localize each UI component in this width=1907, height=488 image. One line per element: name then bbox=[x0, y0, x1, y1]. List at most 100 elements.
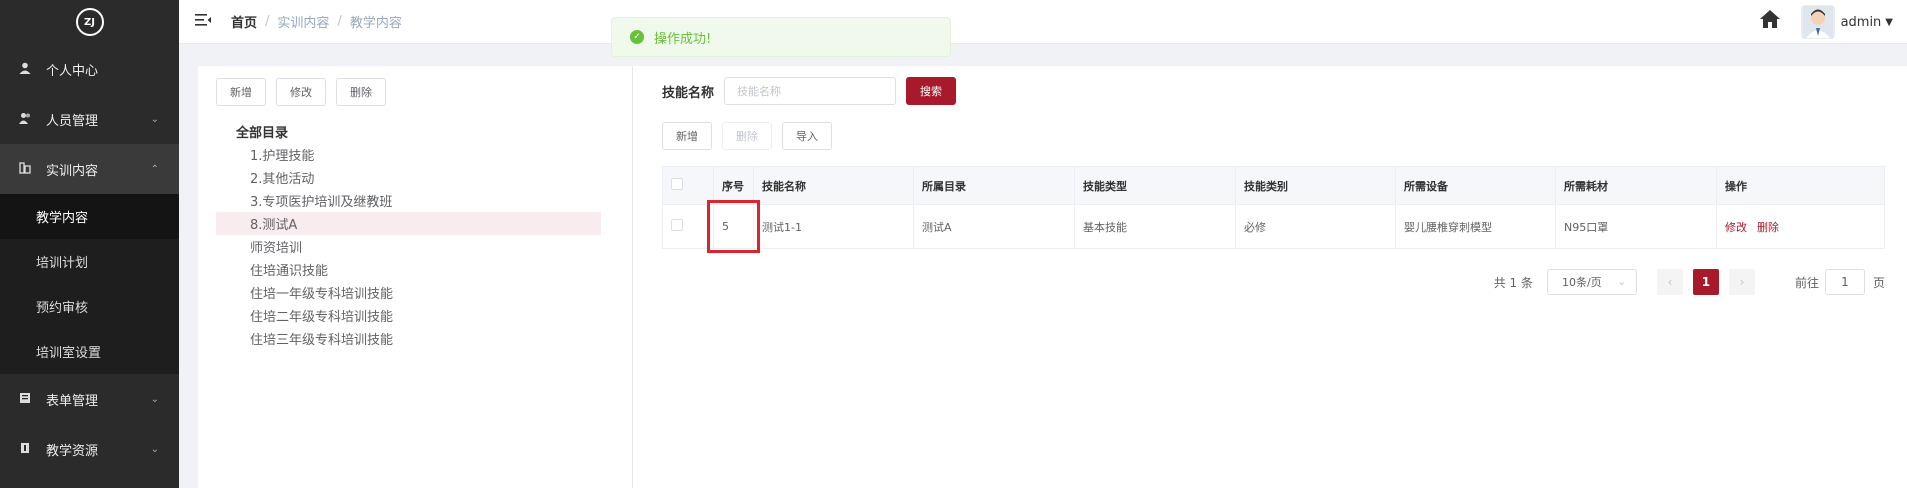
tree-root-node[interactable]: 全部目录 bbox=[216, 120, 601, 143]
column-header[interactable]: 所需耗材 bbox=[1555, 166, 1717, 205]
row-checkbox[interactable] bbox=[671, 219, 683, 231]
column-header[interactable]: 序号 bbox=[713, 166, 754, 205]
sidebar-item-label: 个人中心 bbox=[46, 63, 99, 79]
user-icon bbox=[18, 62, 32, 77]
select-all-cell bbox=[662, 166, 714, 205]
tree-node[interactable]: 住培通识技能 bbox=[216, 258, 601, 281]
sidebar-item-form-management[interactable]: 表单管理 ⌄ bbox=[0, 374, 179, 424]
page-number-button[interactable]: 1 bbox=[1692, 269, 1719, 295]
avatar[interactable] bbox=[1800, 5, 1835, 39]
top-header: 首页 / 实训内容 / 教学内容 admin ▼ bbox=[179, 0, 1907, 44]
breadcrumb-separator: / bbox=[337, 14, 342, 29]
page-size-value: 10条/页 bbox=[1561, 276, 1602, 289]
sidebar-subitem-teaching-content[interactable]: 教学内容 bbox=[0, 194, 179, 239]
highlight-box bbox=[707, 200, 760, 253]
directory-pane: 新增 修改 删除 全部目录 1.护理技能 2.其他活动 3.专项医护培训及继教班… bbox=[198, 66, 633, 488]
success-toast: ✓ 操作成功! bbox=[611, 17, 951, 57]
cell-actions: 修改 删除 bbox=[1716, 204, 1885, 249]
column-header[interactable]: 所需设备 bbox=[1395, 166, 1556, 205]
delete-skill-button[interactable]: 删除 bbox=[722, 122, 772, 150]
search-label: 技能名称 bbox=[662, 85, 715, 101]
pagination-total: 共 1 条 bbox=[1493, 275, 1533, 290]
chevron-down-icon: ⌄ bbox=[150, 113, 159, 125]
tree-node[interactable]: 住培一年级专科培训技能 bbox=[216, 281, 601, 304]
column-header[interactable]: 技能名称 bbox=[753, 166, 914, 205]
tree-node[interactable]: 住培三年级专科培训技能 bbox=[216, 327, 601, 350]
book-icon bbox=[18, 161, 32, 177]
page-unit-label: 页 bbox=[1872, 275, 1885, 290]
column-header[interactable]: 技能类别 bbox=[1235, 166, 1396, 205]
sidebar-item-label: 表单管理 bbox=[46, 393, 99, 409]
sidebar: ZJ 个人中心 人员管理 ⌄ 实训内容 ⌃ 教学内容 培训计划 预约审核 培训室… bbox=[0, 0, 179, 488]
add-skill-button[interactable]: 新增 bbox=[662, 122, 712, 150]
cell-consumable: N95口罩 bbox=[1555, 204, 1717, 249]
pagination: 共 1 条 10条/页 ⌄ ‹ 1 › 前往 1 页 bbox=[1494, 269, 1885, 295]
cell-directory: 测试A bbox=[913, 204, 1075, 249]
toast-message: 操作成功! bbox=[654, 31, 712, 47]
breadcrumb-teaching-content: 教学内容 bbox=[349, 16, 402, 31]
breadcrumb: 首页 / 实训内容 / 教学内容 bbox=[231, 12, 402, 31]
column-header: 操作 bbox=[1716, 166, 1885, 205]
username[interactable]: admin bbox=[1841, 15, 1882, 30]
tree-add-button[interactable]: 新增 bbox=[216, 78, 266, 106]
cell-skill-name: 测试1-1 bbox=[753, 204, 914, 249]
tree-node[interactable]: 3.专项医护培训及继教班 bbox=[216, 189, 601, 212]
tree-toolbar: 新增 修改 删除 bbox=[216, 78, 386, 106]
menu-toggle-icon[interactable] bbox=[195, 12, 211, 31]
caret-down-icon[interactable]: ▼ bbox=[1885, 17, 1893, 28]
row-delete-link[interactable]: 删除 bbox=[1757, 221, 1779, 234]
home-icon[interactable] bbox=[1759, 9, 1781, 35]
next-page-button[interactable]: › bbox=[1728, 269, 1755, 295]
main-content: 新增 修改 删除 全部目录 1.护理技能 2.其他活动 3.专项医护培训及继教班… bbox=[198, 66, 1907, 488]
tree-node[interactable]: 1.护理技能 bbox=[216, 143, 601, 166]
skill-name-search-input[interactable]: 技能名称 bbox=[724, 77, 897, 105]
search-bar: 技能名称 技能名称 搜索 bbox=[662, 77, 957, 105]
skills-table: 序号 技能名称 所属目录 技能类型 技能类别 所需设备 所需耗材 操作 5 测试… bbox=[662, 166, 1885, 249]
tree-node[interactable]: 2.其他活动 bbox=[216, 166, 601, 189]
tree-delete-button[interactable]: 删除 bbox=[336, 78, 386, 106]
tree-node-selected[interactable]: 8.测试A bbox=[216, 212, 601, 235]
row-edit-link[interactable]: 修改 bbox=[1725, 221, 1747, 234]
check-circle-icon: ✓ bbox=[630, 30, 644, 44]
cell-skill-category: 必修 bbox=[1235, 204, 1396, 249]
sidebar-submenu: 教学内容 培训计划 预约审核 培训室设置 bbox=[0, 194, 179, 374]
cell-skill-type: 基本技能 bbox=[1074, 204, 1236, 249]
sidebar-item-label: 教学资源 bbox=[46, 443, 99, 459]
chevron-up-icon: ⌃ bbox=[150, 163, 159, 175]
breadcrumb-home[interactable]: 首页 bbox=[231, 12, 257, 31]
skills-pane: 技能名称 技能名称 搜索 新增 删除 导入 序号 技能名称 所属目录 技能类型 … bbox=[634, 66, 1907, 488]
breadcrumb-separator: / bbox=[265, 14, 270, 29]
tree-edit-button[interactable]: 修改 bbox=[276, 78, 326, 106]
header-user-area: admin ▼ bbox=[1759, 0, 1893, 44]
logo-mark: ZJ bbox=[75, 8, 104, 36]
sidebar-subitem-booking-review[interactable]: 预约审核 bbox=[0, 284, 179, 329]
goto-label: 前往 bbox=[1794, 275, 1819, 290]
sidebar-subitem-room-settings[interactable]: 培训室设置 bbox=[0, 329, 179, 374]
table-header-row: 序号 技能名称 所属目录 技能类型 技能类别 所需设备 所需耗材 操作 bbox=[662, 166, 1885, 205]
goto-page-input[interactable]: 1 bbox=[1824, 269, 1865, 295]
page-size-select[interactable]: 10条/页 ⌄ bbox=[1546, 269, 1637, 295]
tree-node[interactable]: 师资培训 bbox=[216, 235, 601, 258]
table-row[interactable]: 5 测试1-1 测试A 基本技能 必修 婴儿腰椎穿刺模型 N95口罩 修改 删除 bbox=[662, 204, 1885, 249]
sidebar-item-training-content[interactable]: 实训内容 ⌃ bbox=[0, 144, 179, 194]
logo[interactable]: ZJ bbox=[0, 0, 179, 44]
form-icon bbox=[18, 392, 32, 407]
chevron-down-icon: ⌄ bbox=[150, 393, 159, 405]
sidebar-item-personal-center[interactable]: 个人中心 bbox=[0, 44, 179, 94]
import-button[interactable]: 导入 bbox=[782, 122, 832, 150]
sidebar-item-staff-management[interactable]: 人员管理 ⌄ bbox=[0, 94, 179, 144]
table-toolbar: 新增 删除 导入 bbox=[662, 122, 832, 150]
cell-device: 婴儿腰椎穿刺模型 bbox=[1395, 204, 1556, 249]
sidebar-item-teaching-resources[interactable]: 教学资源 ⌄ bbox=[0, 424, 179, 474]
search-button[interactable]: 搜索 bbox=[906, 77, 957, 105]
chevron-down-icon: ⌄ bbox=[1617, 276, 1626, 288]
row-select-cell bbox=[662, 204, 714, 249]
tree-node[interactable]: 住培二年级专科培训技能 bbox=[216, 304, 601, 327]
directory-tree: 全部目录 1.护理技能 2.其他活动 3.专项医护培训及继教班 8.测试A 师资… bbox=[216, 120, 601, 350]
select-all-checkbox[interactable] bbox=[671, 178, 683, 190]
column-header[interactable]: 技能类型 bbox=[1074, 166, 1236, 205]
sidebar-subitem-training-plan[interactable]: 培训计划 bbox=[0, 239, 179, 284]
column-header[interactable]: 所属目录 bbox=[913, 166, 1075, 205]
users-icon bbox=[18, 112, 32, 127]
prev-page-button[interactable]: ‹ bbox=[1656, 269, 1683, 295]
